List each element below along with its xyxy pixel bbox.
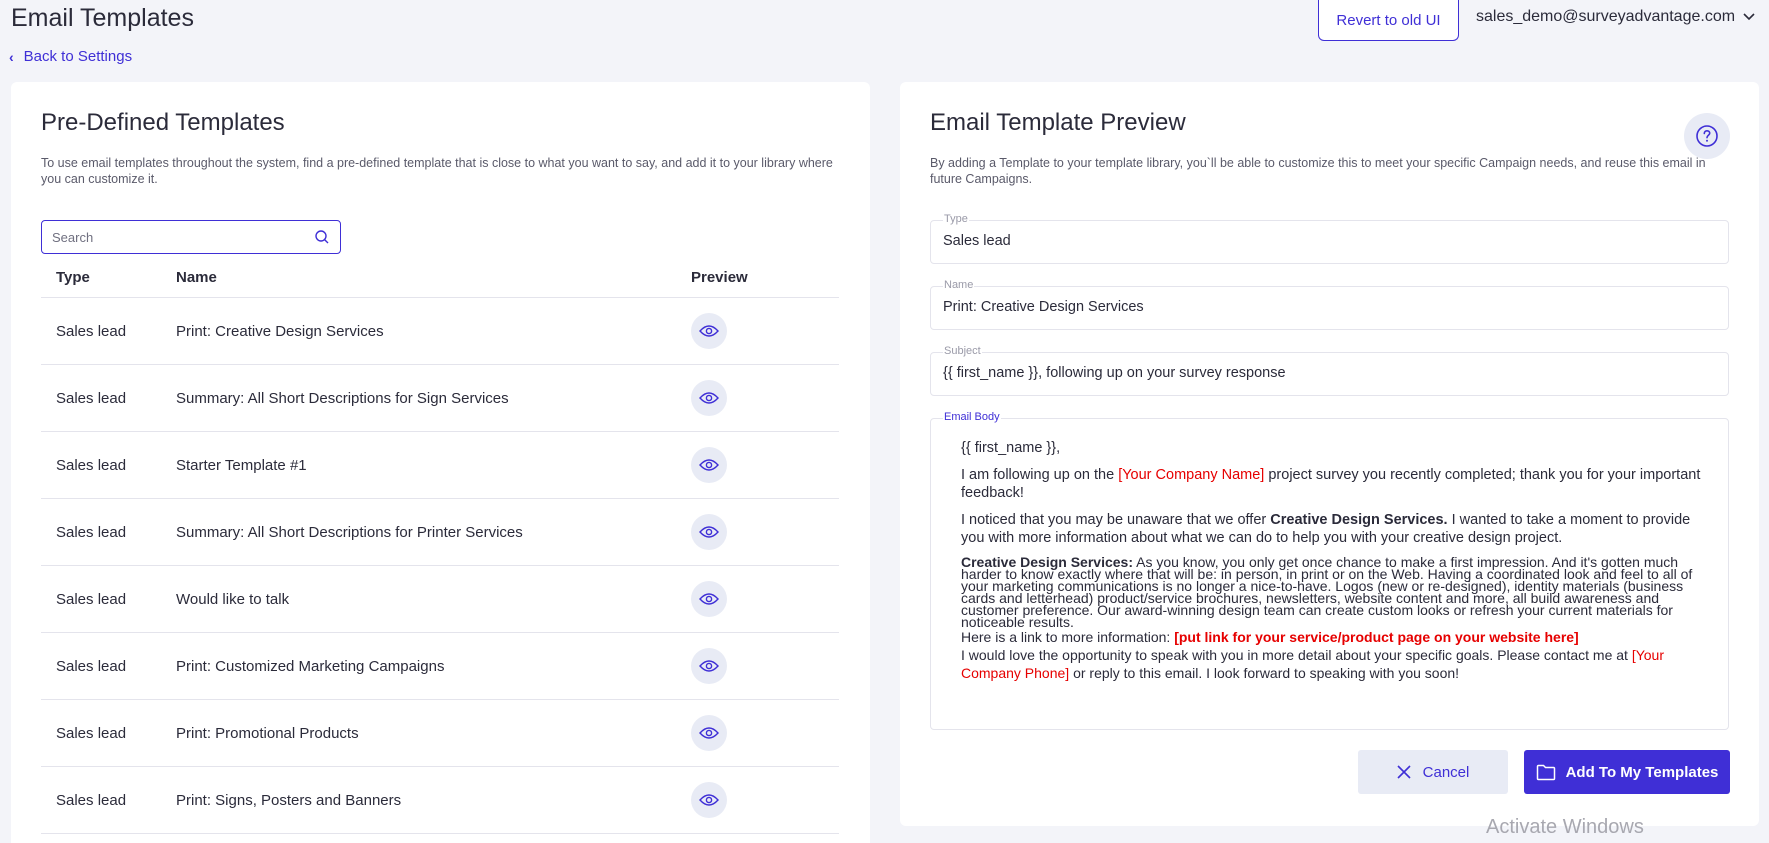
cancel-button[interactable]: Cancel [1358,750,1508,794]
table-body: Sales lead Print: Creative Design Service… [41,298,839,834]
column-preview: Preview [691,269,748,286]
table-row[interactable]: Sales lead Would like to talk [41,566,839,633]
subject-value: {{ first_name }}, following up on your s… [943,365,1286,381]
eye-icon [699,794,719,806]
back-to-settings-link[interactable]: ‹ Back to Settings [9,48,132,65]
search-input[interactable] [52,229,314,245]
predefined-templates-panel: Pre-Defined Templates To use email templ… [11,82,870,843]
name-field[interactable]: Name Print: Creative Design Services [930,279,1729,330]
row-name: Print: Creative Design Services [176,322,384,340]
activate-windows-watermark: Activate Windows [1486,816,1644,838]
table-row[interactable]: Sales lead Print: Promotional Products [41,700,839,767]
table-row[interactable]: Sales lead Print: Signs, Posters and Bann… [41,767,839,834]
table-row[interactable]: Sales lead Summary: All Short Description… [41,365,839,432]
cancel-label: Cancel [1422,763,1470,781]
row-name: Summary: All Short Descriptions for Prin… [176,523,523,541]
email-paragraph-3: Creative Design Services: As you know, y… [961,554,1693,630]
folder-icon [1536,764,1555,780]
company-name-placeholder: [Your Company Name] [1118,467,1265,483]
row-type: Sales lead [56,724,127,742]
preview-button[interactable] [691,648,727,684]
type-field[interactable]: Type Sales lead [930,213,1729,264]
revert-old-ui-button[interactable]: Revert to old UI [1318,0,1459,41]
panel-title: Email Template Preview [930,109,1186,136]
row-type: Sales lead [56,456,127,474]
name-label: Name [943,279,975,291]
subject-field[interactable]: Subject {{ first_name }}, following up o… [930,345,1729,396]
page-title: Email Templates [11,4,194,32]
table-row[interactable]: Sales lead Print: Customized Marketing Ca… [41,633,839,700]
eye-icon [699,325,719,337]
row-type: Sales lead [56,523,127,541]
chevron-down-icon [1743,10,1755,24]
eye-icon [699,526,719,538]
row-name: Summary: All Short Descriptions for Sign… [176,389,509,407]
table-row[interactable]: Sales lead Summary: All Short Description… [41,499,839,566]
email-body-content: {{ first_name }}, I am following up on t… [961,439,1701,682]
panel-description: By adding a Template to your template li… [930,156,1706,186]
table-header: Type Name Preview [41,258,839,298]
user-email: sales_demo@surveyadvantage.com [1476,8,1736,25]
type-label: Type [943,213,969,225]
link-placeholder: [put link for your service/product page … [1174,629,1579,645]
eye-icon [699,727,719,739]
row-type: Sales lead [56,791,127,809]
table-row[interactable]: Sales lead Print: Creative Design Service… [41,298,839,365]
subject-label: Subject [943,345,982,357]
back-link-label: Back to Settings [23,48,133,65]
search-box[interactable] [41,220,341,254]
preview-button[interactable] [691,380,727,416]
column-name: Name [176,269,217,286]
panel-title: Pre-Defined Templates [41,109,285,136]
question-icon [1696,125,1718,147]
row-name: Print: Signs, Posters and Banners [176,791,402,809]
preview-button[interactable] [691,782,727,818]
row-type: Sales lead [56,389,127,407]
template-preview-panel: Email Template Preview By adding a Templ… [900,82,1759,826]
top-bar: Email Templates ‹ Back to Settings Rever… [0,0,1769,80]
preview-button[interactable] [691,715,727,751]
row-name: Print: Promotional Products [176,724,359,742]
eye-icon [699,459,719,471]
email-paragraph-5: I would love the opportunity to speak wi… [961,647,1665,681]
row-type: Sales lead [56,590,127,608]
eye-icon [699,660,719,672]
add-label: Add To My Templates [1565,763,1719,781]
email-body-field[interactable]: Email Body {{ first_name }}, I am follow… [930,411,1729,730]
table-row[interactable]: Sales lead Starter Template #1 [41,432,839,499]
name-value: Print: Creative Design Services [943,299,1144,315]
add-to-my-templates-button[interactable]: Add To My Templates [1524,750,1730,794]
email-greeting: {{ first_name }}, [961,440,1061,456]
preview-button[interactable] [691,581,727,617]
panel-description: To use email templates throughout the sy… [41,156,833,186]
eye-icon [699,392,719,404]
user-menu[interactable]: sales_demo@surveyadvantage.com [1476,8,1755,26]
preview-button[interactable] [691,514,727,550]
row-type: Sales lead [56,322,127,340]
preview-button[interactable] [691,313,727,349]
email-body-label: Email Body [943,411,1001,423]
row-type: Sales lead [56,657,127,675]
email-paragraph-4: Here is a link to more information: [put… [961,629,1579,645]
email-paragraph-2: I noticed that you may be unaware that w… [961,512,1691,546]
close-icon [1397,765,1411,779]
eye-icon [699,593,719,605]
templates-table: Type Name Preview Sales lead Print: Creat… [41,258,839,834]
search-icon[interactable] [314,229,330,245]
type-value: Sales lead [943,233,1011,249]
email-paragraph-1: I am following up on the [Your Company N… [961,467,1701,501]
row-name: Print: Customized Marketing Campaigns [176,657,445,675]
help-button[interactable] [1684,113,1730,159]
row-name: Would like to talk [176,590,290,608]
column-type: Type [56,269,90,286]
chevron-left-icon: ‹ [9,48,14,65]
preview-button[interactable] [691,447,727,483]
row-name: Starter Template #1 [176,456,307,474]
